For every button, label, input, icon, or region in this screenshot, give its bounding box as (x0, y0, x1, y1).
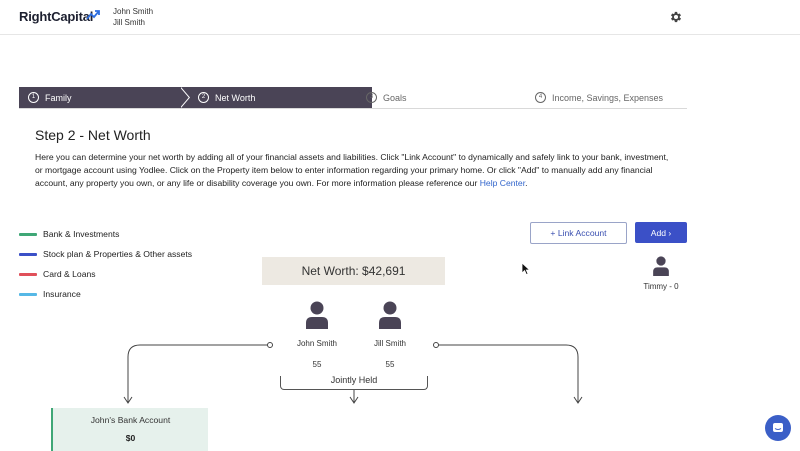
person-age: 55 (385, 360, 395, 369)
connector-node (267, 342, 273, 348)
person-icon (379, 301, 401, 329)
account-name: John's Bank Account (90, 415, 171, 425)
jointly-held-bracket: Jointly Held (280, 376, 428, 390)
person-age: 55 (312, 360, 322, 369)
chat-support-button[interactable] (765, 415, 791, 441)
connector-john-left (127, 344, 268, 402)
bank-account-card[interactable]: John's Bank Account $0 (51, 408, 208, 451)
connector-node (433, 342, 439, 348)
person-name: Jill Smith (373, 339, 406, 348)
person-name: John Smith (296, 339, 338, 348)
person-icon (653, 256, 669, 276)
person-name: Timmy - 0 (643, 282, 679, 291)
chat-icon (773, 423, 783, 432)
mouse-cursor-icon (521, 262, 531, 276)
connector-jill-right (438, 344, 579, 402)
person-icon (306, 301, 328, 329)
account-value: $0 (125, 433, 136, 443)
